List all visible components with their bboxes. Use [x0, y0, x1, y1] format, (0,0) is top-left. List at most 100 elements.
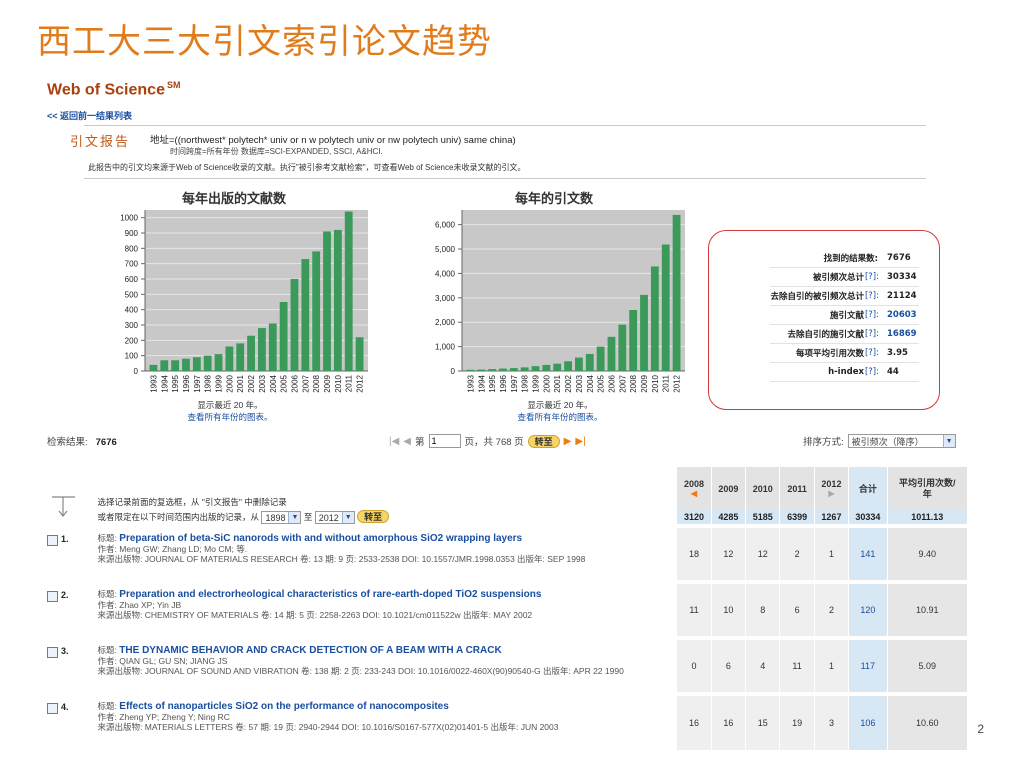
record-title-link[interactable]: THE DYNAMIC BEHAVIOR AND CRACK DETECTION…	[119, 645, 501, 656]
sort-value: 被引频次（降序）	[851, 436, 924, 447]
citation-total-link[interactable]: 120	[848, 580, 888, 639]
x-tick-label: 1997	[193, 374, 202, 392]
help-link[interactable]: [?]:	[865, 329, 879, 339]
range-to-select[interactable]: 2012 ▼	[314, 511, 355, 525]
record-checkbox[interactable]	[47, 590, 58, 602]
help-link[interactable]: [?]:	[865, 272, 879, 282]
record-select: 1.	[47, 524, 98, 583]
stats-label: 去除自引的被引频次总计	[770, 292, 864, 302]
bar	[553, 363, 562, 371]
record-select: 4.	[47, 692, 98, 751]
page-suffix: 页，共 768 页	[464, 437, 524, 448]
citation-total-link[interactable]: 106	[848, 692, 888, 751]
range-prefix: 或者限定在以下时间范围内出版的记录，从	[97, 512, 260, 522]
bar	[499, 368, 507, 371]
x-tick-label: 2004	[269, 374, 278, 392]
publications-per-year-chart: 0 100 200 300 400 500 600 700 800 900 1000 1993 1994…	[120, 210, 368, 393]
stats-label: 被引频次总计	[812, 273, 864, 283]
summary-cell: 6399	[779, 510, 815, 527]
divider	[84, 178, 926, 179]
select-all-arrow	[47, 467, 98, 526]
x-tick-label: 1998	[521, 374, 530, 392]
year-header: 2011	[779, 467, 815, 510]
citation-count: 2	[813, 580, 849, 639]
x-tick-label: 2010	[651, 374, 660, 392]
bar	[182, 358, 190, 371]
record-checkbox[interactable]	[47, 702, 58, 714]
x-tick-label: 1999	[215, 374, 224, 392]
citation-total-link[interactable]: 141	[848, 524, 888, 583]
record-title-link[interactable]: Effects of nanoparticles SiO2 on the per…	[119, 701, 449, 712]
record-authors: 作者: QIAN GL; GU SN; JIANG JS	[97, 656, 228, 667]
next-page-icon[interactable]: ▶	[564, 436, 572, 447]
citation-average: 10.91	[886, 580, 967, 639]
sort-select[interactable]: 被引频次（降序） ▼	[847, 434, 956, 448]
bar	[509, 368, 518, 371]
page-number-input[interactable]	[428, 434, 461, 448]
x-tick-label: 1998	[204, 374, 213, 392]
total-header: 合计	[848, 467, 888, 510]
next-years-icon: ▶	[828, 489, 835, 498]
record-number: 4.	[61, 702, 69, 713]
x-tick-label: 2011	[345, 374, 354, 392]
page-prefix: 第	[415, 437, 425, 448]
go-page-button[interactable]: 转至	[527, 434, 560, 448]
record-source: 来源出版物: CHEMISTRY OF MATERIALS 卷: 14 期: 5…	[97, 610, 533, 621]
bar	[661, 244, 670, 371]
record-title-link[interactable]: Preparation and electrorheological chara…	[119, 589, 541, 600]
range-go-button[interactable]: 转至	[357, 510, 390, 523]
record-number: 1.	[61, 534, 69, 545]
stats-value: 44	[887, 367, 899, 377]
record-source: 来源出版物: JOURNAL OF MATERIALS RESEARCH 卷: …	[97, 554, 586, 565]
citation-count: 16	[710, 692, 746, 751]
y-tick-label: 600	[125, 275, 139, 284]
stats-value[interactable]: 16869	[879, 329, 919, 339]
title-label: 标题:	[97, 533, 117, 544]
bar	[607, 336, 616, 371]
last-page-icon[interactable]: ▶|	[575, 436, 585, 447]
stats-value[interactable]: 20603	[879, 310, 919, 320]
help-link[interactable]: [?]:	[865, 348, 879, 358]
record-info: 标题: Preparation and electrorheological c…	[97, 580, 677, 639]
bar	[520, 367, 529, 371]
citation-count: 16	[676, 692, 712, 751]
bar	[247, 335, 255, 371]
year-header: 2009	[710, 467, 746, 510]
chevron-down-icon: ▼	[942, 435, 955, 447]
bar	[640, 294, 648, 371]
stats-label: 去除自引的施引文献	[787, 330, 864, 340]
x-tick-label: 2003	[258, 374, 267, 392]
citation-stats-table: 找到的结果数: 7676 被引频次总计 [?]: 30334 去除自引的被引频次总计 [?]…	[770, 249, 919, 382]
y-tick-label: 1000	[120, 214, 138, 223]
x-tick-label: 2009	[640, 374, 649, 392]
bar	[171, 360, 180, 371]
first-page-icon[interactable]: |◀	[389, 436, 399, 447]
help-link[interactable]: [?]:	[865, 291, 879, 301]
record-checkbox[interactable]	[47, 646, 58, 658]
citation-report-title: 引文报告	[70, 135, 131, 150]
view-all-years-link[interactable]: 查看所有年份的图表。	[150, 411, 310, 423]
citation-count: 12	[745, 524, 780, 583]
prev-page-icon[interactable]: ◀	[403, 436, 411, 447]
back-to-results-link[interactable]: << 返回前一结果列表	[47, 109, 132, 122]
y-tick-label: 2,000	[435, 318, 456, 327]
record-title-link[interactable]: Preparation of beta-SiC nanorods with an…	[119, 533, 522, 544]
citation-count: 8	[745, 580, 780, 639]
table-row: 4. 标题: Effects of nanoparticles SiO2 on t…	[47, 692, 967, 751]
x-tick-label: 1993	[149, 374, 158, 392]
citation-total-link[interactable]: 117	[848, 636, 888, 695]
x-tick-label: 2011	[662, 374, 671, 392]
record-checkbox[interactable]	[47, 534, 58, 546]
citation-count: 6	[779, 580, 815, 639]
help-link[interactable]: [?]:	[865, 367, 879, 377]
record-number: 2.	[61, 590, 69, 601]
bar	[531, 366, 540, 371]
range-from-select[interactable]: 1898 ▼	[261, 511, 302, 525]
help-link[interactable]: [?]:	[865, 310, 879, 320]
x-tick-label: 2006	[290, 374, 299, 392]
table-row: 1. 标题: Preparation of beta-SiC nanorods w…	[47, 524, 967, 583]
view-all-years-link[interactable]: 查看所有年份的图表。	[480, 411, 640, 423]
x-tick-label: 1996	[182, 374, 191, 392]
record-authors: 作者: Zheng YP; Zheng Y; Ning RC	[97, 712, 230, 723]
prev-years-icon[interactable]: ◀	[677, 489, 710, 498]
